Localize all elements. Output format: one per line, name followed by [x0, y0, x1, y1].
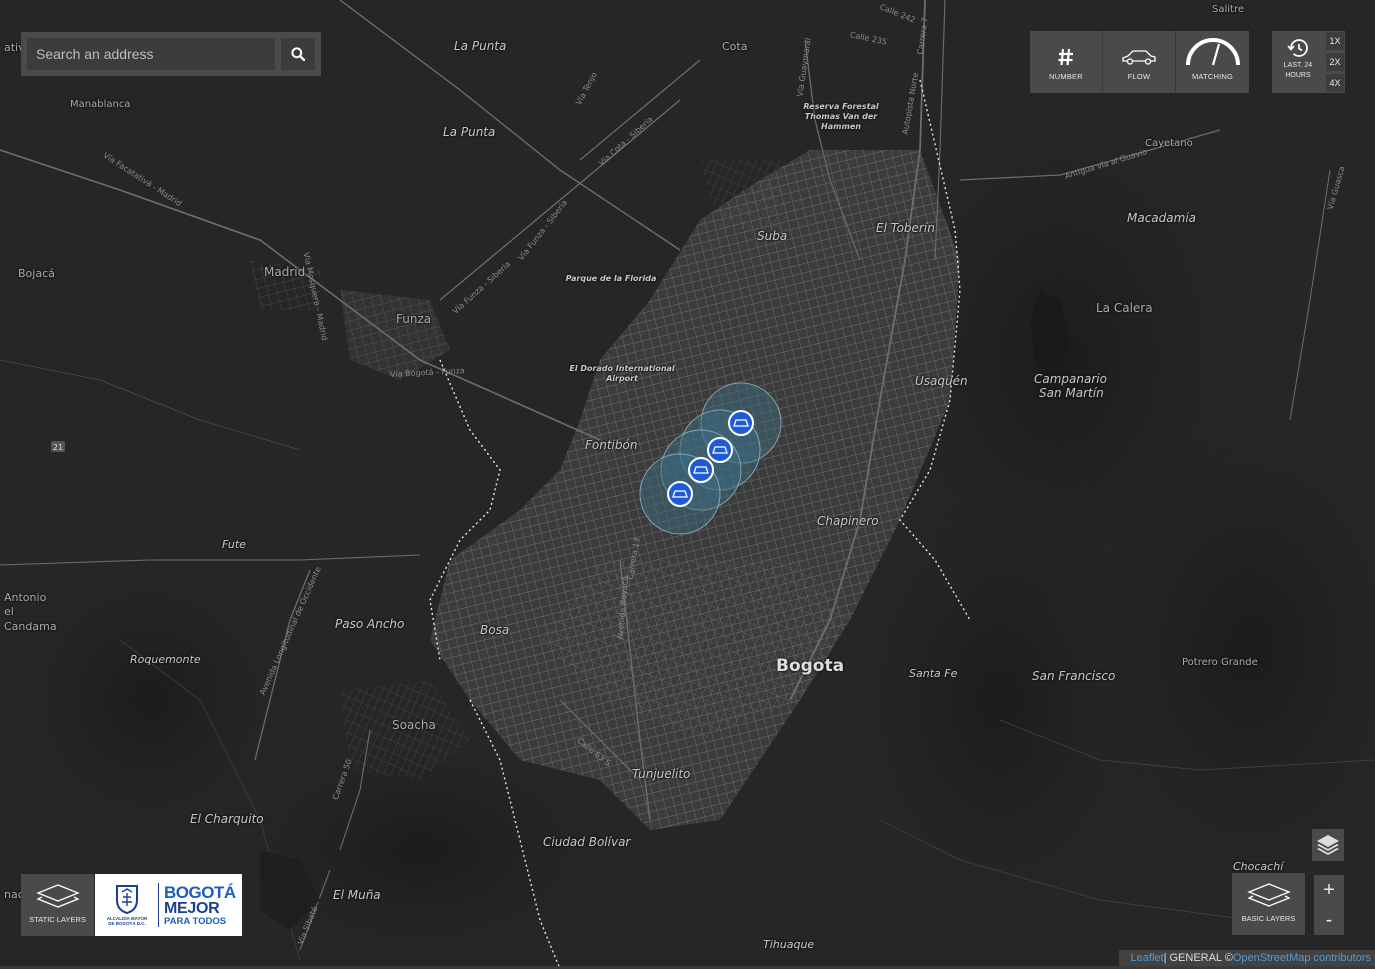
- metric-toolbar: NUMBER FLOW MATCHING: [1030, 31, 1249, 93]
- place-label: El Muña: [333, 888, 381, 902]
- search-button[interactable]: [281, 38, 315, 70]
- gauge-icon: [1185, 38, 1240, 66]
- layers-icon: [35, 884, 80, 908]
- number-button[interactable]: NUMBER: [1030, 31, 1103, 93]
- place-label: Cota: [722, 40, 748, 53]
- place-label: La Calera: [1096, 301, 1153, 315]
- attribution-text: | GENERAL ©: [1163, 952, 1233, 964]
- speed-4x-button[interactable]: 4X: [1326, 74, 1344, 92]
- place-label: El Charquito: [190, 812, 264, 826]
- place-label: Bosa: [480, 623, 510, 637]
- place-label: Funza: [396, 312, 432, 326]
- place-label: Antonio: [4, 591, 47, 604]
- place-label: Fontibón: [585, 438, 638, 452]
- place-label: La Punta: [443, 125, 496, 139]
- place-label: Chocachí: [1233, 860, 1284, 873]
- zoom-in-button[interactable]: +: [1314, 875, 1344, 905]
- place-label: La Punta: [454, 39, 507, 53]
- place-label: Macadamia: [1127, 211, 1197, 225]
- place-label: Ciudad Bolívar: [543, 835, 631, 849]
- route-shield: 21: [51, 441, 65, 452]
- place-label: Suba: [757, 229, 788, 243]
- place-label: el: [4, 605, 14, 618]
- place-label: Chapinero: [817, 514, 879, 528]
- place-label: San Francisco: [1032, 669, 1116, 683]
- matching-label: MATCHING: [1191, 72, 1234, 81]
- place-label: Madrid: [264, 265, 306, 279]
- flow-label: FLOW: [1127, 72, 1151, 81]
- matching-button[interactable]: MATCHING: [1176, 31, 1249, 93]
- place-label: Roquemonte: [130, 653, 201, 666]
- place-label: Soacha: [392, 718, 436, 732]
- vehicle-marker-1: [728, 410, 754, 436]
- place-label: Salitre: [1212, 4, 1244, 15]
- place-label: Reserva Forestal Thomas Van der Hammen: [803, 102, 879, 131]
- place-label: Paso Ancho: [335, 617, 405, 631]
- coat-of-arms-icon: [116, 884, 138, 914]
- hash-icon: [1058, 48, 1073, 66]
- basic-layers-button[interactable]: BASIC LAYERS: [1232, 873, 1305, 935]
- search-icon: [291, 47, 305, 61]
- osm-link[interactable]: OpenStreetMap contributors: [1233, 952, 1371, 964]
- search-bar: [21, 32, 321, 76]
- speed-1x-button[interactable]: 1X: [1326, 32, 1344, 50]
- vehicle-marker-2: [707, 437, 733, 463]
- basic-layers-label: BASIC LAYERS: [1241, 914, 1296, 923]
- place-label: San Martín: [1039, 386, 1104, 400]
- leaflet-link[interactable]: Leaflet: [1131, 952, 1164, 964]
- place-label: El Toberín: [876, 221, 935, 235]
- place-label: Tihuaque: [763, 938, 815, 951]
- static-layers-button[interactable]: STATIC LAYERS: [21, 874, 94, 936]
- place-label: Potrero Grande: [1182, 657, 1258, 668]
- place-label: Santa Fe: [909, 667, 958, 680]
- vehicle-marker-4: [667, 481, 693, 507]
- zoom-out-button[interactable]: -: [1314, 905, 1344, 935]
- time-panel: LAST. 24 HOURS 1X 2X 4X: [1272, 31, 1345, 93]
- place-label: El Dorado International Airport: [569, 364, 675, 383]
- place-label: Cayetano: [1145, 138, 1193, 149]
- place-label: Manablanca: [70, 99, 131, 110]
- search-input[interactable]: [27, 38, 275, 70]
- stack-icon: [1317, 835, 1339, 855]
- history-label-1: LAST. 24: [1283, 62, 1313, 69]
- history-label-2: HOURS: [1285, 71, 1311, 79]
- history-icon: [1287, 39, 1308, 57]
- place-label: Parque de la Florida: [565, 274, 657, 283]
- place-label: Fute: [222, 538, 246, 551]
- history-button[interactable]: LAST. 24 HOURS: [1272, 31, 1324, 93]
- place-label: Usaquén: [915, 374, 968, 388]
- bogota-logo: ALCALDÍA MAYOR DE BOGOTÁ D.C. BOGOTÁ MEJO…: [95, 874, 242, 936]
- svg-text:21: 21: [53, 443, 63, 452]
- place-label: Campanario: [1034, 372, 1107, 386]
- place-label: Candama: [4, 620, 57, 633]
- place-label: Bojacá: [18, 267, 55, 280]
- number-label: NUMBER: [1049, 72, 1083, 81]
- speed-2x-button[interactable]: 2X: [1326, 53, 1344, 71]
- place-label-bogota: Bogota: [776, 656, 845, 676]
- layer-switcher-button[interactable]: [1312, 829, 1344, 861]
- place-label: Tunjuelito: [632, 767, 691, 781]
- attribution: Leaflet | GENERAL © OpenStreetMap contri…: [1119, 950, 1375, 966]
- static-layers-label: STATIC LAYERS: [29, 915, 86, 924]
- vehicle-marker-3: [688, 457, 714, 483]
- flow-button[interactable]: FLOW: [1103, 31, 1176, 93]
- car-icon: [1122, 50, 1156, 65]
- layers-icon: [1246, 883, 1291, 907]
